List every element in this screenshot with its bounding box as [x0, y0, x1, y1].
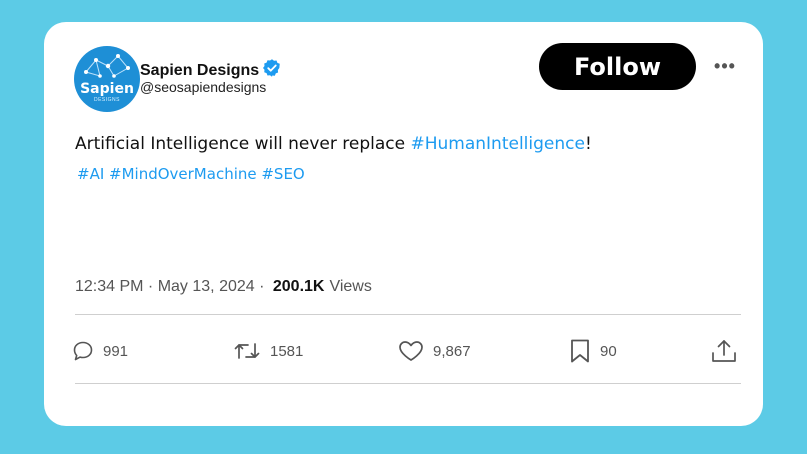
like-button[interactable]: 9,867 — [397, 331, 471, 371]
avatar-brand-text: Sapien — [80, 81, 134, 97]
retweet-count: 1581 — [270, 342, 304, 360]
more-options-icon[interactable]: ••• — [712, 56, 738, 76]
tweet-text: Artificial Intelligence will never repla… — [75, 134, 592, 154]
hashtag-list[interactable]: #AI #MindOverMachine #SEO — [77, 165, 305, 183]
tweet-card: Sapien DESIGNS Sapien Designs @seosapien… — [44, 22, 763, 426]
meta-separator: · — [254, 278, 269, 295]
heart-icon — [397, 339, 425, 363]
profile-avatar[interactable]: Sapien DESIGNS — [74, 46, 140, 112]
tweet-text-after: ! — [584, 134, 592, 154]
bookmark-count: 90 — [600, 342, 617, 360]
avatar-brand-subtext: DESIGNS — [93, 97, 120, 103]
profile-handle[interactable]: @seosapiendesigns — [140, 79, 266, 95]
tweet-time[interactable]: 12:34 PM — [75, 278, 143, 296]
divider — [75, 383, 741, 384]
action-bar: 991 1581 9,867 90 — [44, 331, 763, 371]
tweet-text-before: Artificial Intelligence will never repla… — [75, 134, 411, 154]
views-label: Views — [329, 278, 372, 295]
hashtag-link[interactable]: #HumanIntelligence — [410, 134, 584, 154]
follow-button[interactable]: Follow — [539, 43, 696, 90]
bookmark-button[interactable]: 90 — [568, 331, 617, 371]
reply-button[interactable]: 991 — [71, 331, 128, 371]
share-button[interactable] — [710, 331, 738, 371]
divider — [75, 314, 741, 315]
bookmark-icon — [568, 338, 592, 364]
share-icon — [710, 338, 738, 364]
retweet-button[interactable]: 1581 — [232, 331, 303, 371]
reply-icon — [71, 339, 95, 363]
meta-separator: · — [143, 278, 158, 295]
views-count: 200.1K — [272, 278, 325, 295]
tweet-date[interactable]: May 13, 2024 — [158, 278, 255, 296]
like-count: 9,867 — [433, 342, 471, 360]
tweet-meta: 12:34 PM · May 13, 2024 · 200.1K Views — [75, 278, 372, 296]
reply-count: 991 — [103, 342, 129, 360]
retweet-icon — [232, 339, 262, 363]
profile-name[interactable]: Sapien Designs — [140, 62, 259, 80]
